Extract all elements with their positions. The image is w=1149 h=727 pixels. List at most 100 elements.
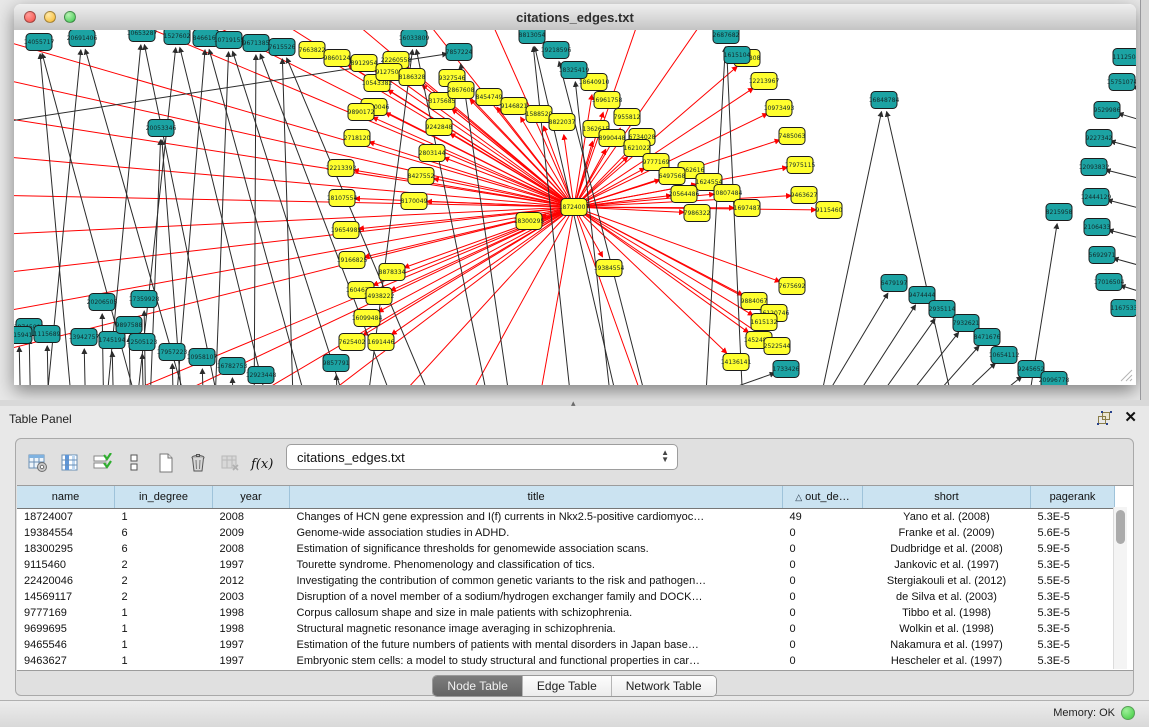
graph-node[interactable]: 8170049: [401, 193, 428, 210]
graph-node[interactable]: 12093832: [1079, 159, 1110, 176]
graph-node[interactable]: 18724007: [559, 199, 590, 216]
column-header-year[interactable]: year: [213, 486, 290, 509]
graph-node[interactable]: 9529986: [1094, 102, 1121, 119]
graph-node[interactable]: 20564486: [669, 186, 700, 203]
table-row[interactable]: 969969511998Structural magnetic resonanc…: [17, 621, 1115, 637]
graph-node[interactable]: 17359928: [129, 291, 160, 308]
graph-node[interactable]: 17957223: [157, 344, 188, 361]
graph-node[interactable]: 8471676: [974, 329, 1001, 346]
close-icon[interactable]: ✕: [1124, 410, 1137, 426]
graph-node[interactable]: 1115689: [34, 326, 61, 343]
tab-edge-table[interactable]: Edge Table: [523, 676, 612, 696]
column-header-short[interactable]: short: [863, 486, 1031, 509]
new-table-button[interactable]: [151, 448, 181, 478]
column-header-in_degree[interactable]: in_degree: [115, 486, 213, 509]
graph-node[interactable]: 9146821: [501, 98, 528, 115]
graph-node[interactable]: 1527602: [164, 30, 191, 45]
row-check-button[interactable]: [87, 448, 117, 478]
graph-node[interactable]: 8427552: [408, 168, 435, 185]
graph-node[interactable]: 8186328: [399, 69, 426, 86]
table-row[interactable]: 1938455462009Genome-wide association stu…: [17, 525, 1115, 541]
graph-node[interactable]: 5692971: [1089, 247, 1116, 264]
graph-node[interactable]: 9242848: [426, 119, 453, 136]
graph-node[interactable]: 8454749: [476, 89, 503, 106]
graph-node[interactable]: 8215958: [1046, 204, 1073, 221]
graph-node[interactable]: 10973493: [764, 100, 795, 117]
graph-node[interactable]: 1615104: [724, 47, 751, 64]
graph-node[interactable]: 2867608: [448, 82, 475, 99]
float-window-icon[interactable]: [1097, 411, 1112, 425]
graph-node[interactable]: 7675692: [779, 278, 806, 295]
graph-node[interactable]: 20206505: [87, 294, 118, 311]
graph-node[interactable]: 10653287: [127, 30, 158, 42]
graph-node[interactable]: 10654112: [989, 347, 1020, 364]
graph-node[interactable]: 3915941: [14, 327, 33, 344]
graph-node[interactable]: 1733426: [773, 361, 800, 378]
graph-node[interactable]: 9227342: [1086, 130, 1113, 147]
function-builder-button[interactable]: f(x): [247, 448, 277, 478]
graph-node[interactable]: 2718120: [344, 130, 371, 147]
table-row[interactable]: 1872400712008Changes of HCN gene express…: [17, 509, 1115, 526]
table-scrollbar[interactable]: [1113, 507, 1127, 669]
graph-node[interactable]: 2803144: [419, 145, 446, 162]
graph-node[interactable]: 7615526: [269, 39, 296, 56]
column-header-name[interactable]: name: [17, 486, 115, 509]
table-settings-button[interactable]: [23, 448, 53, 478]
delete-table-button[interactable]: [215, 448, 245, 478]
graph-node[interactable]: 9245652: [1018, 361, 1045, 378]
graph-node[interactable]: 7663822: [299, 42, 326, 59]
graph-node[interactable]: 19166825: [337, 252, 368, 269]
graph-node[interactable]: 1615132: [751, 314, 778, 331]
graph-node[interactable]: 18300295: [514, 213, 545, 230]
graph-node[interactable]: 12923448: [246, 367, 277, 384]
graph-node[interactable]: 1745194: [99, 332, 126, 349]
tab-node-table[interactable]: Node Table: [433, 676, 523, 696]
network-window-titlebar[interactable]: citations_edges.txt: [14, 4, 1136, 31]
graph-node[interactable]: 18107554: [327, 190, 358, 207]
table-row[interactable]: 2242004622012Investigating the contribut…: [17, 573, 1115, 589]
graph-node[interactable]: 12213393: [326, 160, 357, 177]
graph-node[interactable]: 9860124: [324, 50, 351, 67]
network-graph[interactable]: 1872400776638229860124891295410543382222…: [14, 30, 1136, 385]
table-row[interactable]: 977716911998Corpus callosum shape and si…: [17, 605, 1115, 621]
zoom-button[interactable]: [64, 11, 76, 23]
graph-node[interactable]: 2522544: [764, 338, 791, 355]
graph-node[interactable]: 2106433: [1084, 219, 1111, 236]
graph-node[interactable]: 7857224: [446, 44, 473, 61]
graph-node[interactable]: 16961758: [592, 92, 623, 109]
table-row[interactable]: 946554611997Estimation of the future num…: [17, 637, 1115, 653]
delete-button[interactable]: [183, 448, 213, 478]
graph-node[interactable]: 1691446: [368, 334, 395, 351]
network-canvas[interactable]: 1872400776638229860124891295410543382222…: [14, 30, 1136, 385]
graph-node[interactable]: 9890172: [348, 104, 375, 121]
graph-node[interactable]: 9671385: [243, 35, 270, 52]
graph-node[interactable]: 10807484: [712, 185, 743, 202]
graph-node[interactable]: 12444129: [1081, 189, 1112, 206]
table-row[interactable]: 911546021997Tourette syndrome. Phenomeno…: [17, 557, 1115, 573]
row-height-button[interactable]: [119, 448, 149, 478]
graph-node[interactable]: 2687682: [713, 30, 740, 44]
graph-node[interactable]: 6479197: [881, 275, 908, 292]
graph-node[interactable]: 1112504: [1113, 49, 1136, 66]
column-header-pagerank[interactable]: pagerank: [1031, 486, 1115, 509]
graph-node[interactable]: 8813054: [519, 30, 546, 44]
graph-node[interactable]: 10958107: [187, 349, 218, 366]
graph-node[interactable]: 1167533: [1111, 300, 1136, 317]
graph-node[interactable]: 14055717: [24, 34, 55, 51]
graph-node[interactable]: 6497568: [659, 168, 686, 185]
table-row[interactable]: 1456911722003Disruption of a novel membe…: [17, 589, 1115, 605]
table-row[interactable]: 946362711997Embryonic stem cells: a mode…: [17, 653, 1115, 669]
tab-network-table[interactable]: Network Table: [612, 676, 716, 696]
graph-node[interactable]: 13942757: [69, 329, 100, 346]
graph-node[interactable]: 12505123: [127, 334, 158, 351]
graph-node[interactable]: 16099484: [352, 310, 383, 327]
graph-node[interactable]: 10719155: [214, 32, 245, 49]
graph-node[interactable]: 19384554: [594, 260, 625, 277]
graph-node[interactable]: 8822037: [549, 114, 576, 131]
graph-node[interactable]: 19218596: [541, 42, 572, 59]
graph-node[interactable]: 16033809: [399, 30, 430, 47]
graph-node[interactable]: 7986322: [684, 205, 711, 222]
table-selector-dropdown[interactable]: citations_edges.txt ▲▼: [286, 444, 678, 470]
graph-node[interactable]: 20996778: [1039, 372, 1070, 386]
resize-grip-icon[interactable]: [1120, 369, 1133, 382]
